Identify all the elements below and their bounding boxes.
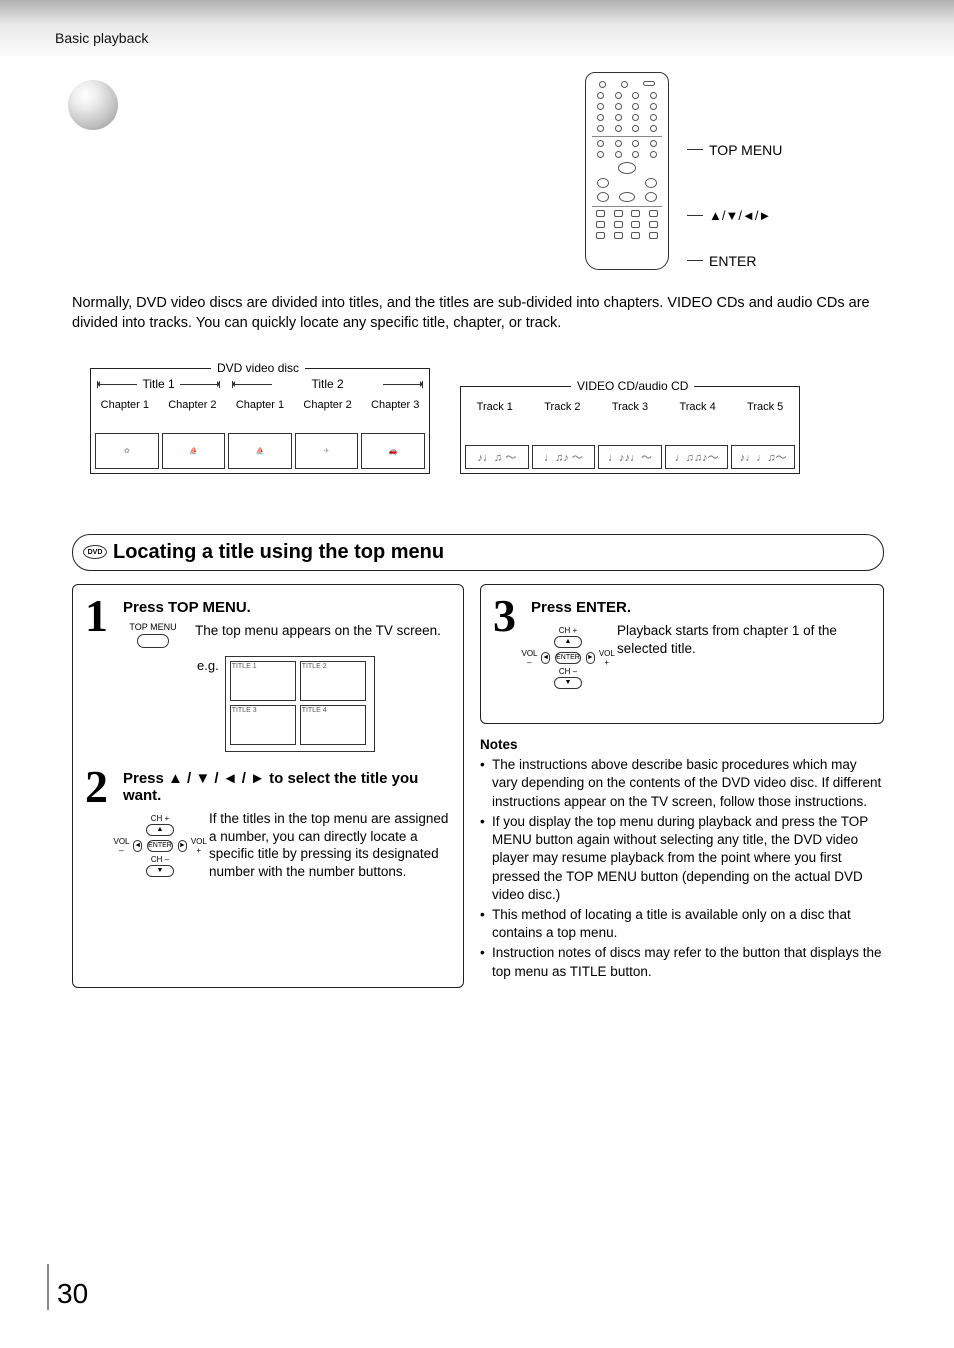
cd-thumb: ♩♫♪ ～ [532, 445, 596, 469]
dvd-ch-2-2: Chapter 2 [294, 399, 362, 411]
dvd-ch-1-2: Chapter 2 [159, 399, 227, 411]
cd-thumb: ♪♩♩♫～ [731, 445, 795, 469]
chminus-label-3: CH – [531, 667, 605, 676]
step-2-desc: If the titles in the top menu are assign… [209, 810, 451, 880]
volminus-label-3: VOL – [521, 649, 537, 667]
section-header: Basic playback [55, 30, 889, 46]
eg-title-1: TITLE 1 [230, 661, 296, 701]
cd-track-2: Track 2 [529, 401, 597, 413]
remote-label-arrows: ▲/▼/◄/► [687, 208, 782, 223]
dvd-thumb: ✿ [95, 433, 159, 469]
volplus-label-3: VOL + [599, 649, 615, 667]
dvd-thumb: ✈ [295, 433, 359, 469]
remote-diagram: TOP MENU ▲/▼/◄/► ENTER [585, 72, 782, 270]
dvd-structure-label: DVD video disc [211, 361, 305, 375]
section-title: Locating a title using the top menu [113, 541, 444, 563]
cd-structure-label: VIDEO CD/audio CD [571, 379, 694, 393]
volplus-label: VOL + [191, 837, 207, 855]
intro-paragraph: Normally, DVD video discs are divided in… [72, 294, 892, 333]
remote-outline [585, 72, 669, 270]
step-1-head: Press TOP MENU. [123, 599, 451, 616]
section-heading-bar: DVD Locating a title using the top menu [72, 534, 884, 571]
cd-thumb: ♩♪♪♩～ [598, 445, 662, 469]
cd-structure-diagram: VIDEO CD/audio CD Track 1 Track 2 Track … [460, 386, 800, 474]
cd-thumb: ♩♫♫♪～ [665, 445, 729, 469]
step-1-desc: The top menu appears on the TV screen. [195, 622, 451, 650]
arrow-cluster-graphic-3: CH + ▲ VOL – ◄ ENTER ► VOL + CH – [531, 626, 605, 690]
dvd-title-2: Title 2 [311, 377, 343, 391]
remote-label-enter: ENTER [687, 253, 782, 269]
cd-track-1: Track 1 [461, 401, 529, 413]
step-2-head-arrows: ▲ / ▼ / ◄ / ► [168, 770, 265, 787]
cd-track-3: Track 3 [596, 401, 664, 413]
dvd-ch-1-1: Chapter 1 [91, 399, 159, 411]
volminus-label: VOL – [113, 837, 129, 855]
step-2-head: Press ▲ / ▼ / ◄ / ► to select the title … [123, 770, 451, 804]
dvd-thumb: 🚗 [361, 433, 425, 469]
sphere-graphic [68, 80, 118, 130]
cd-track-5: Track 5 [731, 401, 799, 413]
notes-block: Notes The instructions above describe ba… [480, 736, 884, 983]
step-3-desc: Playback starts from chapter 1 of the se… [617, 622, 871, 690]
arrow-cluster-graphic: CH + ▲ VOL – ◄ ENTER ► VOL + CH – ▼ [123, 814, 197, 880]
dvd-title-1: Title 1 [142, 377, 174, 391]
note-item: The instructions above describe basic pr… [480, 756, 884, 811]
note-item: Instruction notes of discs may refer to … [480, 944, 884, 980]
step-2-head-a: Press [123, 770, 168, 787]
notes-heading: Notes [480, 736, 884, 754]
dvd-ch-2-1: Chapter 1 [226, 399, 294, 411]
step-1-number: 1 [85, 595, 115, 752]
dvd-ch-2-3: Chapter 3 [361, 399, 429, 411]
eg-title-4: TITLE 4 [300, 705, 366, 745]
enter-btn-highlight: ENTER [555, 652, 581, 664]
step-3-head: Press ENTER. [531, 599, 871, 616]
eg-label: e.g. [197, 658, 219, 752]
eg-title-2: TITLE 2 [300, 661, 366, 701]
eg-screen: TITLE 1 TITLE 2 TITLE 3 TITLE 4 [225, 656, 375, 752]
topmenu-button-graphic: TOP MENU [123, 622, 183, 650]
eg-title-3: TITLE 3 [230, 705, 296, 745]
dvd-thumb: ⛵ [228, 433, 292, 469]
page-number: 30 [47, 1264, 88, 1310]
cd-thumb: ♪♩♫ ～ [465, 445, 529, 469]
topmenu-button-label: TOP MENU [123, 622, 183, 632]
chplus-label: CH + [123, 814, 197, 823]
cd-track-4: Track 4 [664, 401, 732, 413]
remote-label-topmenu: TOP MENU [687, 142, 782, 158]
step-3-number: 3 [493, 595, 523, 690]
note-item: This method of locating a title is avail… [480, 906, 884, 942]
dvd-thumb: ⛵ [162, 433, 226, 469]
chminus-label: CH – [123, 855, 197, 864]
step-2-number: 2 [85, 766, 115, 880]
enter-btn-dim: ENTER [147, 840, 173, 852]
dvd-badge-icon: DVD [83, 545, 107, 559]
dvd-structure-diagram: DVD video disc Title 1 Title 2 Chapter 1… [90, 368, 430, 474]
note-item: If you display the top menu during playb… [480, 813, 884, 904]
chplus-label-3: CH + [531, 626, 605, 635]
